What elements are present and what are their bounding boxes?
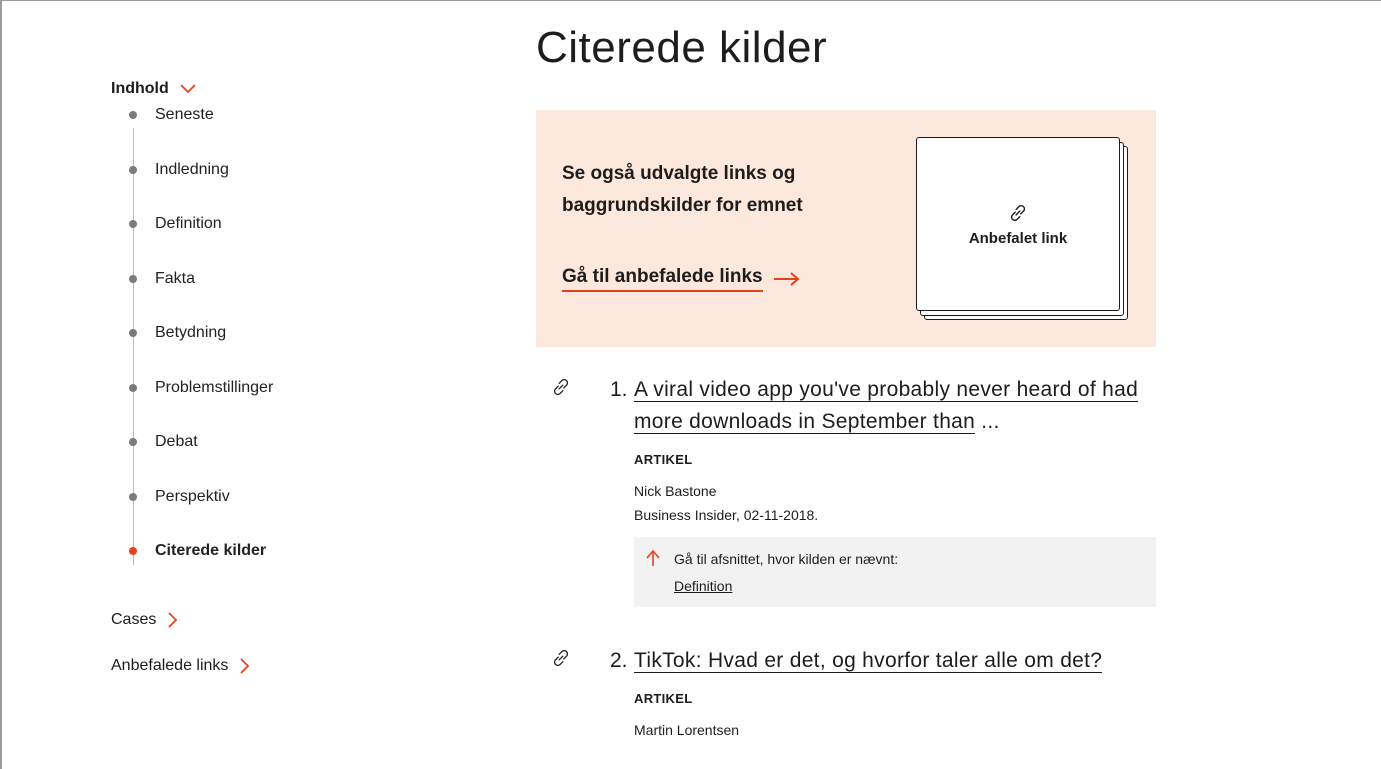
reference-title-ellipsis: ... xyxy=(975,410,1000,433)
recommended-link-card-stack[interactable]: Anbefalet link xyxy=(916,137,1131,322)
reference-number: 2. xyxy=(610,649,628,672)
reference-title-link[interactable]: TikTok: Hvad er det, og hvorfor taler al… xyxy=(634,645,1114,677)
reference-body: TikTok: Hvad er det, og hvorfor taler al… xyxy=(634,645,1156,738)
toc-toggle[interactable]: Indhold xyxy=(111,78,371,100)
toc-dot-active xyxy=(129,547,137,555)
reference-title-text: A viral video app you've probably never … xyxy=(634,378,1139,434)
reference-author: Nick Bastone xyxy=(634,483,717,499)
page-title: Citerede kilder xyxy=(536,23,828,72)
reference-body: A viral video app you've probably never … xyxy=(634,374,1156,607)
reference-title-link[interactable]: A viral video app you've probably never … xyxy=(634,374,1156,438)
toc-dot xyxy=(129,383,137,392)
back-to-section-link[interactable]: Definition xyxy=(674,578,732,594)
toc-heading: Indhold xyxy=(111,80,169,97)
promo-text: Se også udvalgte links og baggrundskilde… xyxy=(562,163,803,216)
reference-title-text: TikTok: Hvad er det, og hvorfor taler al… xyxy=(634,649,1103,673)
sidebar-link-label: Cases xyxy=(111,610,157,628)
link-icon xyxy=(1010,204,1026,221)
arrow-up-icon xyxy=(646,549,660,566)
go-to-recommended-links-link[interactable]: Gå til anbefalede links xyxy=(562,266,801,292)
toc-item-label: Debat xyxy=(155,433,198,450)
chevron-right-icon xyxy=(240,657,250,674)
toc-item-perspektiv[interactable]: Perspektiv xyxy=(111,486,371,541)
toc-item-seneste[interactable]: Seneste xyxy=(111,104,371,159)
toc-item-betydning[interactable]: Betydning xyxy=(111,322,371,377)
toc-item-label: Problemstillinger xyxy=(155,378,274,396)
toc-dot xyxy=(129,274,137,283)
reference-type: ARTIKEL xyxy=(634,691,693,706)
card-front: Anbefalet link xyxy=(916,137,1120,311)
toc-item-label: Perspektiv xyxy=(155,487,230,505)
toc-dot xyxy=(129,438,137,446)
reference-source: Business Insider, 02-11-2018. xyxy=(634,507,819,523)
toc-item-label: Seneste xyxy=(155,106,214,123)
back-to-section-box: Gå til afsnittet, hvor kilden er nævnt: … xyxy=(634,537,1156,607)
toc-item-citerede-kilder[interactable]: Citerede kilder xyxy=(111,540,371,595)
toc-item-definition[interactable]: Definition xyxy=(111,213,371,268)
toc-dot xyxy=(129,111,137,119)
window-left-border xyxy=(0,0,2,769)
back-to-section-text: Gå til afsnittet, hvor kilden er nævnt: xyxy=(674,551,899,567)
reference-type: ARTIKEL xyxy=(634,452,693,467)
link-icon[interactable] xyxy=(550,647,572,669)
card-label: Anbefalet link xyxy=(968,229,1068,247)
toc-item-label: Betydning xyxy=(155,324,227,341)
toc-dot xyxy=(129,492,137,501)
toc-item-label: Fakta xyxy=(155,269,196,287)
recommended-links-promo: Se også udvalgte links og baggrundskilde… xyxy=(536,110,1156,347)
toc-item-label: Definition xyxy=(155,215,222,232)
toc-item-label: Citerede kilder xyxy=(155,542,267,559)
toc-list: Seneste Indledning Definition Fakta Bety… xyxy=(111,104,371,595)
reference-number: 1. xyxy=(610,378,628,401)
sidebar-link-recommended[interactable]: Anbefalede links xyxy=(111,655,371,677)
toc-dot xyxy=(129,329,137,337)
toc-item-debat[interactable]: Debat xyxy=(111,431,371,486)
toc-item-indledning[interactable]: Indledning xyxy=(111,159,371,214)
toc-item-problemstillinger[interactable]: Problemstillinger xyxy=(111,377,371,432)
chevron-right-icon xyxy=(168,611,178,628)
link-icon[interactable] xyxy=(550,376,572,398)
sidebar-link-cases[interactable]: Cases xyxy=(111,609,371,631)
reference-author: Martin Lorentsen xyxy=(634,722,740,738)
chevron-down-icon xyxy=(180,84,196,94)
toc-dot xyxy=(129,165,137,174)
promo-link-label: Gå til anbefalede links xyxy=(562,266,763,292)
sidebar: Indhold Seneste Indledning Definition Fa… xyxy=(111,78,371,677)
toc-item-label: Indledning xyxy=(155,160,229,178)
arrow-right-icon xyxy=(773,272,800,286)
sidebar-link-label: Anbefalede links xyxy=(111,656,229,674)
window-top-border xyxy=(0,0,1381,1)
toc-item-fakta[interactable]: Fakta xyxy=(111,268,371,323)
toc-dot xyxy=(129,220,137,228)
